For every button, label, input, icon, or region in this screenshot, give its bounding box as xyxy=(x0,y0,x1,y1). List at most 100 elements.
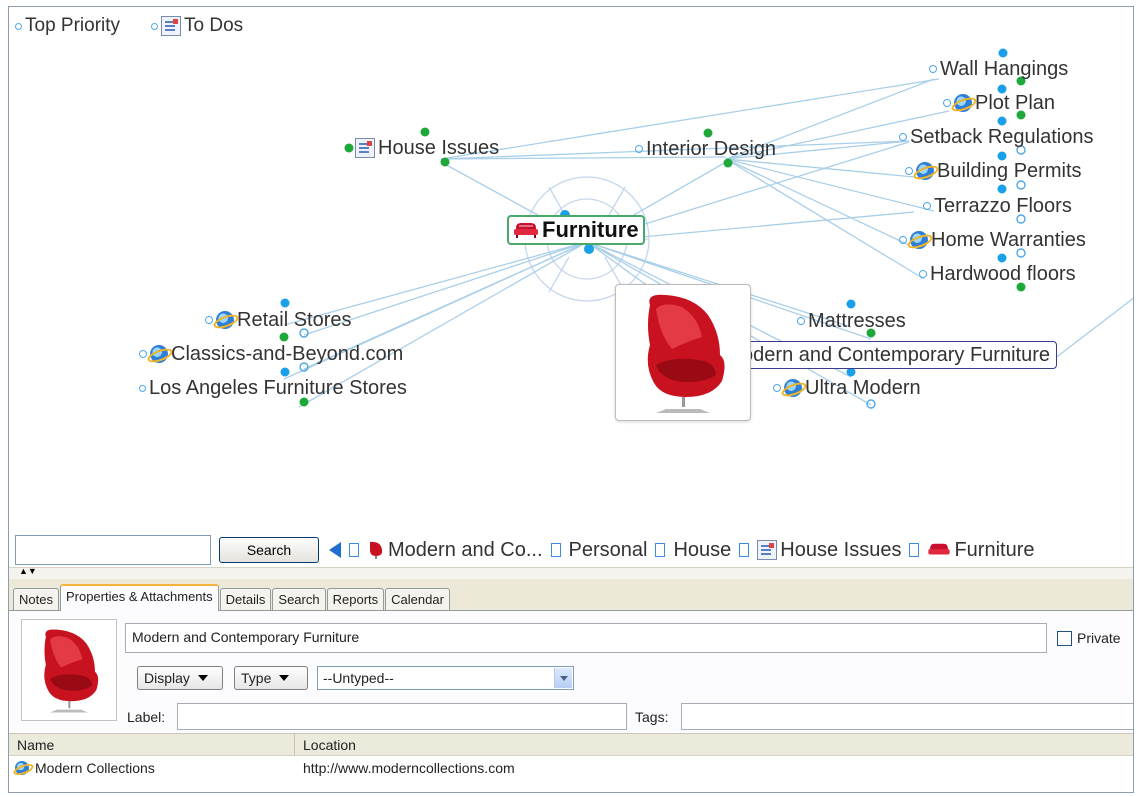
breadcrumb-item-modern[interactable]: Modern and Co... xyxy=(367,539,543,562)
collapse-handle-icon[interactable] xyxy=(205,316,213,324)
breadcrumb-separator-icon xyxy=(349,543,359,557)
collapse-handle-icon[interactable] xyxy=(15,22,22,30)
node-label: Wall Hangings xyxy=(940,58,1069,80)
tab-notes[interactable]: Notes xyxy=(13,588,59,610)
node-interior-design[interactable]: Interior Design xyxy=(635,138,776,160)
collapse-handle-icon[interactable] xyxy=(899,133,907,141)
table-row[interactable]: Modern Collections http://www.moderncoll… xyxy=(9,756,1133,780)
tab-reports[interactable]: Reports xyxy=(326,588,385,610)
breadcrumb-separator-icon xyxy=(909,543,920,557)
egg-chair-image xyxy=(44,629,99,713)
document-icon xyxy=(355,138,375,158)
back-arrow-icon[interactable] xyxy=(329,542,341,558)
column-header-location[interactable]: Location xyxy=(295,734,1133,755)
node-mattresses[interactable]: Mattresses xyxy=(797,310,906,332)
label-caption: Label: xyxy=(127,709,166,725)
node-label: Plot Plan xyxy=(975,92,1056,114)
collapse-handle-icon[interactable] xyxy=(919,270,927,278)
breadcrumb-item-house-issues[interactable]: House Issues xyxy=(757,539,901,562)
attachment-location[interactable]: http://www.moderncollections.com xyxy=(295,760,515,776)
node-hardwood-floors[interactable]: Hardwood floors xyxy=(919,263,1076,285)
attachments-header: Name Location xyxy=(9,734,1133,756)
node-label: Setback Regulations xyxy=(910,126,1094,148)
sofa-icon xyxy=(928,543,951,555)
breadcrumb-label: Modern and Co... xyxy=(388,538,543,561)
panel-splitter[interactable]: ▲▼ xyxy=(9,567,1133,579)
node-los-angeles-furniture-stores[interactable]: Los Angeles Furniture Stores xyxy=(139,377,407,399)
properties-panel: Modern and Contemporary Furniture Privat… xyxy=(9,611,1133,734)
collapse-handle-icon[interactable] xyxy=(923,202,931,210)
label-field[interactable] xyxy=(177,703,627,730)
breadcrumb-separator-icon xyxy=(550,543,561,557)
node-to-dos[interactable]: To Dos xyxy=(151,15,243,37)
private-label: Private xyxy=(1077,630,1121,646)
node-retail-stores[interactable]: Retail Stores xyxy=(205,309,352,331)
column-header-name[interactable]: Name xyxy=(9,734,295,755)
node-label: Ultra Modern xyxy=(805,377,921,399)
node-terrazzo-floors[interactable]: Terrazzo Floors xyxy=(923,195,1072,217)
breadcrumb-item-furniture[interactable]: Furniture xyxy=(927,539,1034,562)
attachments-list: Name Location Modern Collections http://… xyxy=(9,734,1133,792)
breadcrumb-item-personal[interactable]: Personal xyxy=(569,539,648,562)
breadcrumb-label: Personal xyxy=(568,538,648,561)
breadcrumb-item-house[interactable]: House xyxy=(673,539,731,562)
display-dropdown[interactable]: Display xyxy=(137,666,223,690)
topic-image-thumbnail[interactable] xyxy=(21,619,117,721)
internet-explorer-icon xyxy=(15,761,29,775)
node-classics-and-beyond[interactable]: Classics-and-Beyond.com xyxy=(139,343,403,365)
breadcrumb-separator-icon xyxy=(739,543,750,557)
node-top-priority[interactable]: Top Priority xyxy=(15,15,120,37)
node-building-permits[interactable]: Building Permits xyxy=(905,160,1082,182)
collapse-handle-icon[interactable] xyxy=(151,22,158,30)
private-checkbox[interactable] xyxy=(1057,630,1072,646)
type-dropdown[interactable]: Type xyxy=(234,666,308,690)
collapse-handle-icon[interactable] xyxy=(899,236,907,244)
collapse-handle-icon[interactable] xyxy=(929,65,937,73)
node-label: House Issues xyxy=(378,137,500,159)
node-ultra-modern[interactable]: Ultra Modern xyxy=(773,377,921,399)
breadcrumb-separator-icon xyxy=(655,543,666,557)
collapse-arrows-icon[interactable]: ▲▼ xyxy=(19,567,37,576)
node-label: Retail Stores xyxy=(237,309,352,331)
central-topic-furniture[interactable]: Furniture xyxy=(507,215,645,245)
node-label: To Dos xyxy=(184,15,244,36)
collapse-handle-icon[interactable] xyxy=(773,384,781,392)
node-plot-plan[interactable]: Plot Plan xyxy=(943,92,1055,114)
display-dropdown-label: Display xyxy=(144,670,190,686)
collapse-handle-icon[interactable] xyxy=(943,99,951,107)
tab-search[interactable]: Search xyxy=(272,588,326,610)
chair-image-preview xyxy=(615,284,751,421)
private-checkbox-group[interactable]: Private xyxy=(1057,630,1121,646)
internet-explorer-icon xyxy=(954,94,972,112)
breadcrumb-label: House Issues xyxy=(780,538,902,561)
collapse-handle-icon[interactable] xyxy=(139,350,147,358)
breadcrumb-label: Furniture xyxy=(954,538,1035,561)
search-button[interactable]: Search xyxy=(219,537,319,563)
tab-properties-attachments[interactable]: Properties & Attachments xyxy=(59,584,219,611)
node-wall-hangings[interactable]: Wall Hangings xyxy=(929,58,1068,80)
node-label: Mattresses xyxy=(808,310,906,332)
attachment-name-cell: Modern Collections xyxy=(9,760,295,776)
document-icon xyxy=(161,16,181,36)
collapse-handle-icon[interactable] xyxy=(797,317,805,325)
tab-calendar[interactable]: Calendar xyxy=(385,588,450,610)
search-input[interactable] xyxy=(15,535,211,565)
internet-explorer-icon xyxy=(216,311,234,329)
type-select[interactable]: --Untyped-- xyxy=(317,666,574,690)
chevron-down-icon xyxy=(197,675,208,681)
node-house-issues[interactable]: House Issues xyxy=(355,137,499,159)
mind-map-canvas[interactable]: Top Priority To Dos House Issues Interio… xyxy=(9,7,1133,532)
node-setback-regulations[interactable]: Setback Regulations xyxy=(899,126,1093,148)
collapse-handle-icon[interactable] xyxy=(635,145,643,153)
tags-field[interactable] xyxy=(681,703,1133,730)
tab-details[interactable]: Details xyxy=(219,588,272,610)
topic-title-field[interactable]: Modern and Contemporary Furniture xyxy=(125,623,1047,653)
type-dropdown-label: Type xyxy=(241,670,272,686)
chevron-down-icon[interactable] xyxy=(554,668,572,688)
document-icon xyxy=(757,540,778,560)
collapse-handle-icon[interactable] xyxy=(905,167,913,175)
app-window: Top Priority To Dos House Issues Interio… xyxy=(8,6,1134,793)
node-label: Hardwood floors xyxy=(930,263,1076,285)
collapse-handle-icon[interactable] xyxy=(139,384,146,392)
node-home-warranties[interactable]: Home Warranties xyxy=(899,229,1086,251)
